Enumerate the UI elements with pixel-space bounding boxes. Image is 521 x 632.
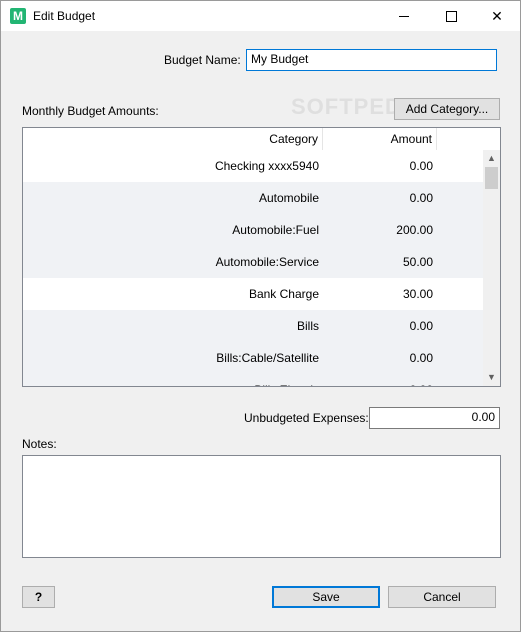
category-cell: Bank Charge — [248, 287, 319, 301]
cancel-button[interactable]: Cancel — [388, 586, 496, 608]
amount-cell[interactable]: 30.00 — [323, 278, 437, 310]
scroll-down-icon[interactable]: ▼ — [483, 369, 500, 386]
budget-name-label: Budget Name: — [164, 53, 241, 67]
grid-header: Category Amount — [23, 128, 485, 150]
category-cell: Automobile:Fuel — [232, 223, 319, 237]
category-cell: Bills:Electric — [23, 374, 323, 386]
unbudgeted-expenses-field[interactable]: 0.00 — [369, 407, 500, 429]
category-cell: Automobile — [258, 191, 319, 205]
help-button[interactable]: ? — [22, 586, 55, 608]
minimize-button[interactable] — [381, 1, 427, 31]
amount-cell[interactable]: 0.00 — [323, 374, 437, 386]
minimize-icon — [399, 15, 409, 17]
table-row[interactable]: Bills:Electric 0.00 — [23, 374, 485, 386]
amount-cell[interactable]: 0.00 — [323, 182, 437, 214]
scroll-thumb[interactable] — [485, 167, 498, 189]
maximize-icon — [445, 10, 457, 22]
notes-textarea[interactable] — [22, 455, 501, 558]
title-bar[interactable]: M Edit Budget ✕ — [1, 1, 520, 31]
scroll-up-icon[interactable]: ▲ — [483, 150, 500, 167]
category-cell: Bills — [296, 319, 319, 333]
amount-cell[interactable]: 50.00 — [323, 246, 437, 278]
grid-scrollbar[interactable]: ▲ ▼ — [483, 150, 500, 386]
table-row[interactable]: Bills:Cable/Satellite 0.00 — [23, 342, 485, 374]
table-row[interactable]: Bank Charge 30.00 — [23, 278, 485, 310]
table-row[interactable]: Automobile:Fuel 200.00 — [23, 214, 485, 246]
add-category-button[interactable]: Add Category... — [394, 98, 500, 120]
save-button[interactable]: Save — [272, 586, 380, 608]
column-header-category[interactable]: Category — [23, 128, 323, 150]
maximize-button[interactable] — [428, 1, 474, 31]
app-icon: M — [10, 8, 26, 24]
amount-cell[interactable]: 0.00 — [323, 150, 437, 182]
column-header-amount[interactable]: Amount — [323, 128, 437, 150]
amount-cell[interactable]: 200.00 — [323, 214, 437, 246]
category-cell: Automobile:Service — [215, 255, 319, 269]
table-row[interactable]: Bills 0.00 — [23, 310, 485, 342]
grid-rows: Checking xxxx5940 0.00 Automobile 0.00 A… — [23, 150, 485, 386]
monthly-budget-label: Monthly Budget Amounts: — [22, 104, 159, 118]
amount-cell[interactable]: 0.00 — [323, 310, 437, 342]
budget-grid[interactable]: Category Amount Checking xxxx5940 0.00 A… — [22, 127, 501, 387]
category-cell: Checking xxxx5940 — [214, 159, 319, 173]
table-row[interactable]: Automobile 0.00 — [23, 182, 485, 214]
edit-budget-window: M Edit Budget ✕ Budget Name: My Budget M… — [0, 0, 521, 632]
table-row[interactable]: Checking xxxx5940 0.00 — [23, 150, 485, 182]
column-header-blank — [437, 128, 485, 150]
close-button[interactable]: ✕ — [474, 1, 520, 31]
amount-cell[interactable]: 0.00 — [323, 342, 437, 374]
budget-name-input[interactable]: My Budget — [246, 49, 497, 71]
window-title: Edit Budget — [33, 9, 96, 23]
close-icon: ✕ — [491, 7, 503, 24]
unbudgeted-expenses-label: Unbudgeted Expenses: — [244, 411, 369, 425]
category-cell: Bills:Cable/Satellite — [216, 351, 319, 365]
table-row[interactable]: Automobile:Service 50.00 — [23, 246, 485, 278]
notes-label: Notes: — [22, 437, 57, 451]
